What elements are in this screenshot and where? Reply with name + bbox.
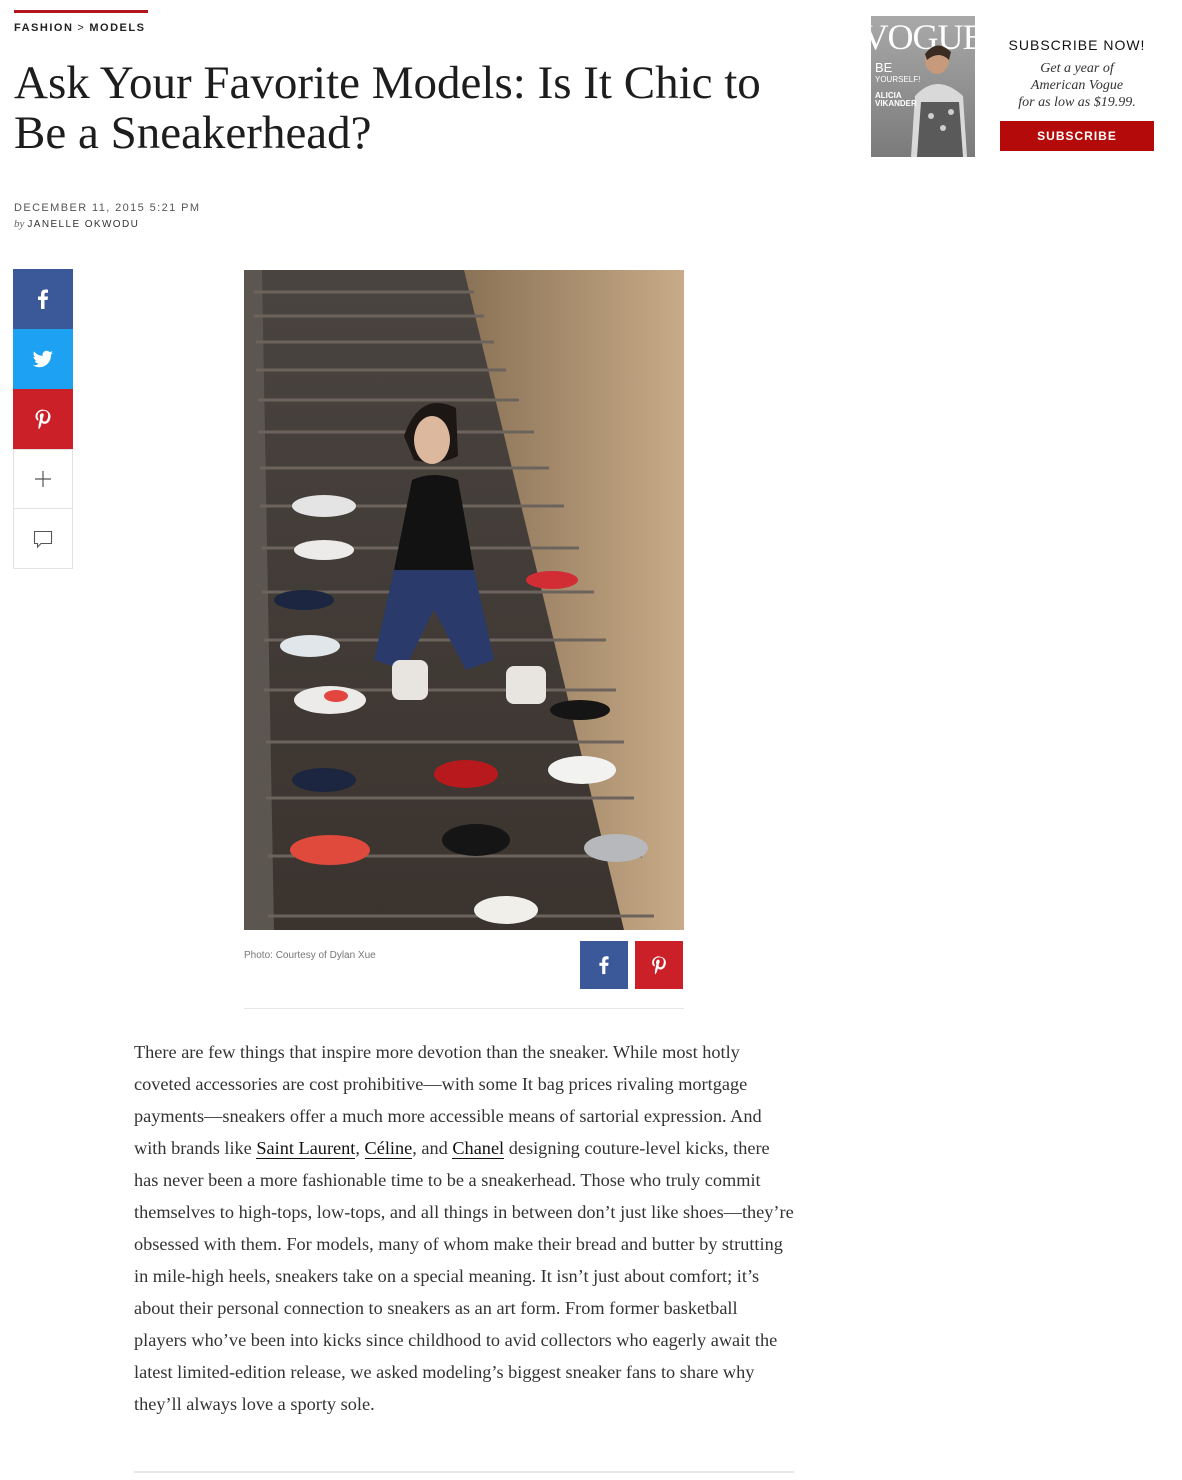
pinterest-icon [652,956,666,975]
author-link[interactable]: JANELLE OKWODU [27,219,139,230]
cover-line-be: BE [875,60,893,75]
cover-line-vikander: VIKANDER [875,99,917,108]
article-title: Ask Your Favorite Models: Is It Chic to … [14,57,761,159]
breadcrumb: FASHION > MODELS [14,22,145,34]
celine-link[interactable]: Céline [364,1138,413,1159]
facebook-icon [38,289,48,309]
hero-photo-illustration [244,270,684,930]
breadcrumb-fashion-link[interactable]: FASHION [14,22,73,34]
plus-icon [35,471,51,487]
cover-illustration: VOGUE BE YOURSELF! ALICIA VIKANDER [871,16,975,157]
article-body-text-2: designing couture-level kicks, there has… [134,1138,794,1414]
pinterest-icon [35,409,51,430]
share-rail [13,269,73,569]
magazine-cover-image[interactable]: VOGUE BE YOURSELF! ALICIA VIKANDER [871,16,975,157]
saint-laurent-link[interactable]: Saint Laurent [256,1138,356,1159]
subscribe-button[interactable]: SUBSCRIBE [1000,121,1154,151]
caption-divider [244,1008,684,1009]
twitter-icon [32,350,53,368]
cover-masthead: VOGUE [871,17,975,57]
breadcrumb-separator: > [77,22,86,34]
photo-credit: Photo: Courtesy of Dylan Xue [244,950,376,961]
cover-line-yourself: YOURSELF! [875,75,920,84]
share-twitter-button[interactable] [13,329,73,389]
publish-date: DECEMBER 11, 2015 5:21 PM [14,202,201,214]
breadcrumb-models-link[interactable]: MODELS [89,22,145,34]
image-share-facebook-button[interactable] [580,941,628,989]
share-pinterest-button[interactable] [13,389,73,449]
article-body-sep-1: , [355,1138,365,1158]
article-divider [134,1471,794,1473]
share-facebook-button[interactable] [13,269,73,329]
chanel-link[interactable]: Chanel [452,1138,505,1159]
article-body: There are few things that inspire more d… [134,1036,794,1420]
facebook-icon [599,956,609,975]
article-body-sep-2: , and [412,1138,453,1158]
promo-line-1: Get a year of [1040,61,1114,76]
byline-prefix: by [14,218,25,230]
promo-line-3: for as low as $19.99. [1018,95,1136,110]
comment-icon [33,530,53,548]
promo-offer-text: Get a year of American Vogue for as low … [1000,60,1154,111]
hero-photo [244,270,684,930]
promo-line-2: American Vogue [1030,78,1124,93]
promo-heading: SUBSCRIBE NOW! [1008,37,1146,53]
image-share-pinterest-button[interactable] [635,941,683,989]
byline: by JANELLE OKWODU [14,218,139,230]
section-accent-rule [14,10,148,13]
comments-button[interactable] [13,509,73,569]
share-more-button[interactable] [13,449,73,509]
